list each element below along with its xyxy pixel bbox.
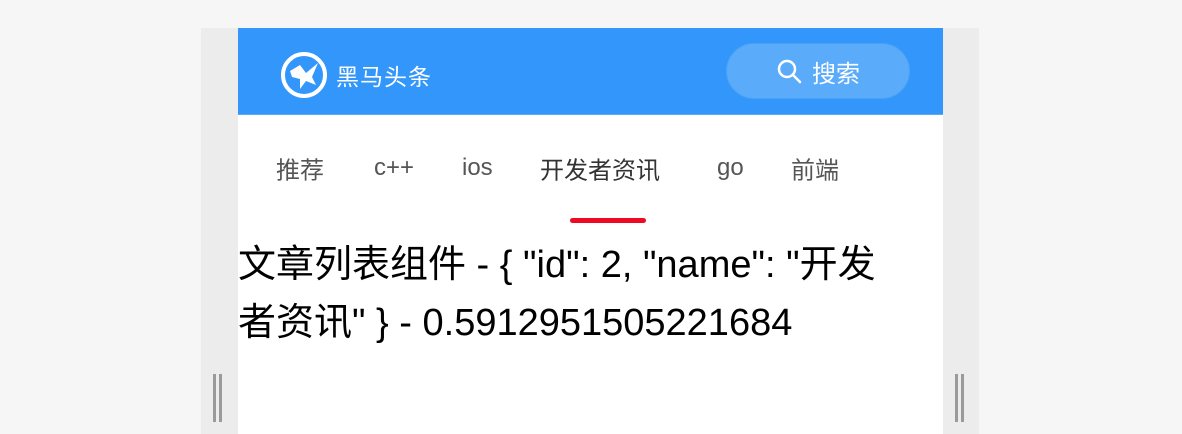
tab-frontend[interactable]: 前端 bbox=[791, 151, 839, 186]
search-label: 搜索 bbox=[812, 60, 860, 88]
tab-go[interactable]: go bbox=[717, 154, 744, 182]
search-button[interactable]: 搜索 bbox=[726, 43, 910, 99]
resize-handle-left[interactable] bbox=[213, 374, 222, 422]
app-viewport: 黑马头条 搜索 推荐 c++ ios 开发者资讯 go 前端 文章列表组件 - … bbox=[238, 28, 943, 434]
tab-cpp[interactable]: c++ bbox=[374, 154, 414, 182]
tab-developer-news[interactable]: 开发者资讯 bbox=[540, 151, 660, 186]
tab-ios[interactable]: ios bbox=[462, 154, 493, 182]
nav-bar: 黑马头条 搜索 bbox=[238, 28, 943, 115]
active-tab-indicator bbox=[570, 218, 646, 223]
brand-name: 黑马头条 bbox=[336, 64, 432, 90]
search-icon bbox=[777, 59, 802, 84]
tab-recommend[interactable]: 推荐 bbox=[276, 151, 324, 186]
article-list-placeholder: 文章列表组件 - { "id": 2, "name": "开发者资讯" } - … bbox=[238, 244, 876, 344]
resize-handle-right[interactable] bbox=[955, 374, 964, 422]
channel-tabs: 推荐 c++ ios 开发者资讯 go 前端 bbox=[238, 115, 943, 223]
horse-logo-icon bbox=[281, 52, 327, 98]
brand-logo: 黑马头条 bbox=[280, 50, 432, 100]
